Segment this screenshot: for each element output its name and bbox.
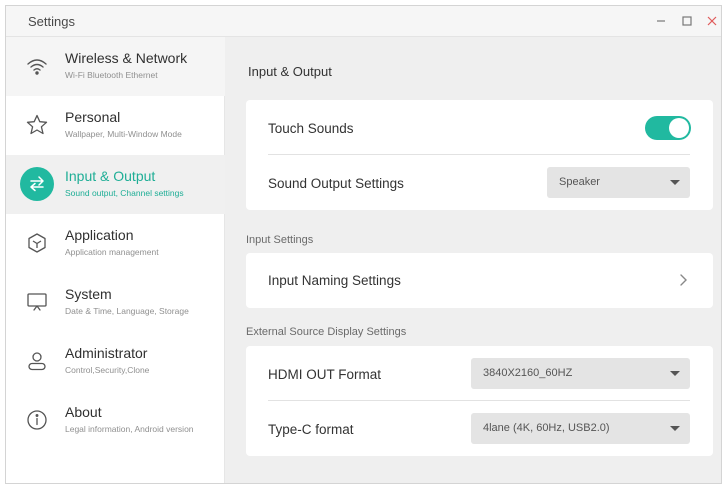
sidebar-item-label: About [65,404,102,420]
touch-sounds-toggle[interactable] [645,116,691,140]
sidebar-item-sublabel: Wallpaper, Multi-Window Mode [65,129,182,139]
sidebar-item-label: Wireless & Network [65,50,188,66]
user-icon [20,344,54,378]
external-display-section-label: External Source Display Settings [246,326,407,338]
sidebar-item-label: Input & Output [65,168,156,184]
sidebar-item-input-output[interactable]: Input & Output Sound output, Channel set… [6,155,225,214]
sidebar-item-wireless-network[interactable]: Wireless & Network Wi-Fi Bluetooth Ether… [6,37,225,96]
window-title: Settings [28,14,75,29]
sound-settings-card: Touch Sounds Sound Output Settings Speak… [246,100,713,210]
sidebar-item-sublabel: Date & Time, Language, Storage [65,306,189,316]
input-settings-card: Input Naming Settings [246,253,713,308]
sidebar-item-sublabel: Legal information, Android version [65,424,194,434]
sidebar-item-sublabel: Control,Security,Clone [65,365,150,375]
input-naming-row[interactable]: Input Naming Settings [246,253,713,308]
divider [268,400,690,401]
hdmi-out-format-select[interactable]: 3840X2160_60HZ [471,358,690,389]
chevron-right-icon [678,273,688,292]
sidebar-item-sublabel: Application management [65,247,159,257]
sound-output-select[interactable]: Speaker [547,167,690,198]
title-bar: Settings [6,6,721,37]
sound-output-value: Speaker [559,176,600,188]
sidebar-item-application[interactable]: Application Application management [6,214,225,273]
type-c-format-select[interactable]: 4lane (4K, 60Hz, USB2.0) [471,413,690,444]
close-icon[interactable] [703,12,721,30]
monitor-icon [20,285,54,319]
page-title: Input & Output [248,64,332,79]
sidebar-item-label: Application [65,227,134,243]
sound-output-label: Sound Output Settings [268,176,404,191]
info-icon [20,403,54,437]
input-naming-label: Input Naming Settings [268,273,401,288]
sidebar-item-sublabel: Sound output, Channel settings [65,188,184,198]
sidebar-item-label: Personal [65,109,121,125]
maximize-icon[interactable] [678,12,696,30]
hdmi-out-format-value: 3840X2160_60HZ [483,367,573,379]
touch-sounds-label: Touch Sounds [268,121,354,136]
sidebar-item-administrator[interactable]: Administrator Control,Security,Clone [6,332,225,391]
sidebar-item-sublabel: Wi-Fi Bluetooth Ethernet [65,70,158,80]
hdmi-out-format-label: HDMI OUT Format [268,367,382,382]
main-panel: Input & Output Touch Sounds Sound Output… [226,37,721,483]
input-settings-section-label: Input Settings [246,234,314,246]
divider [268,154,690,155]
star-icon [20,108,54,142]
wifi-icon [20,49,54,83]
sidebar-item-personal[interactable]: Personal Wallpaper, Multi-Window Mode [6,96,225,155]
sidebar-item-label: System [65,286,112,302]
type-c-format-label: Type-C format [268,422,354,437]
chevron-down-icon [670,180,680,185]
chevron-down-icon [670,426,680,431]
type-c-format-value: 4lane (4K, 60Hz, USB2.0) [483,422,610,434]
external-display-card: HDMI OUT Format 3840X2160_60HZ Type-C fo… [246,346,713,456]
sidebar-item-about[interactable]: About Legal information, Android version [6,391,225,450]
chevron-down-icon [670,371,680,376]
toggle-knob [669,118,689,138]
cube-icon [20,226,54,260]
sidebar: Wireless & Network Wi-Fi Bluetooth Ether… [6,37,225,483]
sidebar-item-label: Administrator [65,345,148,361]
sidebar-item-system[interactable]: System Date & Time, Language, Storage [6,273,225,332]
swap-arrows-icon [20,167,54,201]
settings-window: Settings Wireless & Network Wi-Fi Blueto… [5,5,722,484]
minimize-icon[interactable] [652,12,670,30]
